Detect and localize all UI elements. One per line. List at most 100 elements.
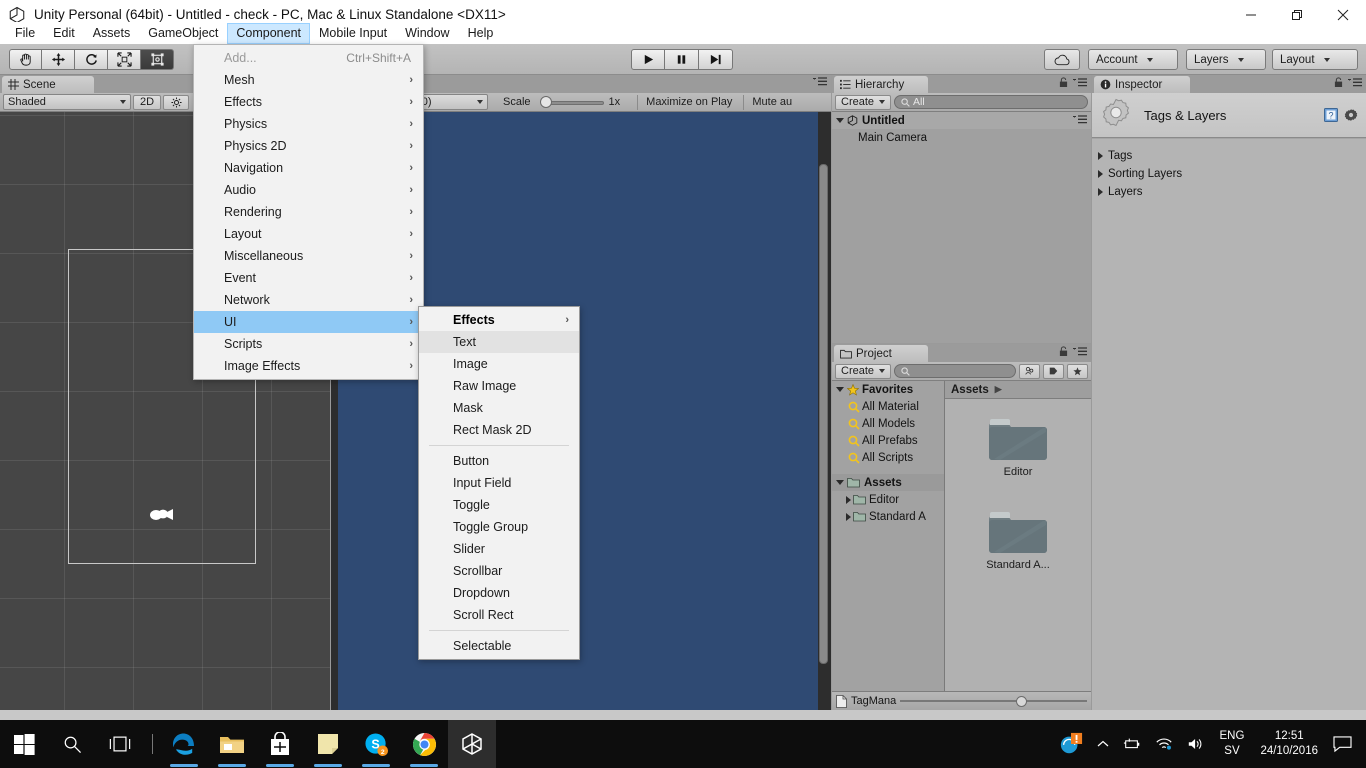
menu-item-physics-2d[interactable]: Physics 2D › xyxy=(194,135,423,157)
submenu-item-button[interactable]: Button xyxy=(419,450,579,472)
project-assets-root[interactable]: Assets xyxy=(832,474,944,491)
submenu-item-slider[interactable]: Slider xyxy=(419,538,579,560)
menu-item-mesh[interactable]: Mesh › xyxy=(194,69,423,91)
menu-mobile-input[interactable]: Mobile Input xyxy=(310,23,396,44)
component-menu-popup[interactable]: Add... Ctrl+Shift+A Mesh › Effects › Phy… xyxy=(193,44,424,380)
panel-options-icon[interactable] xyxy=(1348,78,1362,87)
inspector-section-sorting-layers[interactable]: Sorting Layers xyxy=(1092,165,1366,183)
submenu-item-mask[interactable]: Mask xyxy=(419,397,579,419)
menu-assets[interactable]: Assets xyxy=(84,23,140,44)
tab-project[interactable]: Project xyxy=(834,345,928,362)
toggle-2d-button[interactable]: 2D xyxy=(133,94,161,110)
search-icon[interactable] xyxy=(48,720,96,768)
zoom-knob[interactable] xyxy=(1016,696,1028,707)
step-button[interactable] xyxy=(699,49,733,70)
scale-slider[interactable] xyxy=(539,95,604,109)
inspector-section-tags[interactable]: Tags xyxy=(1092,147,1366,165)
task-view-icon[interactable] xyxy=(96,720,144,768)
layers-dropdown[interactable]: Layers xyxy=(1186,49,1266,70)
hierarchy-create-button[interactable]: Create xyxy=(835,94,892,110)
draw-mode-dropdown[interactable]: Shaded xyxy=(3,94,131,110)
sticky-notes-icon[interactable] xyxy=(304,720,352,768)
project-zoom-slider[interactable] xyxy=(900,695,1087,707)
panel-options-icon[interactable] xyxy=(813,77,827,86)
play-button[interactable] xyxy=(631,49,665,70)
submenu-item-rect-mask-2d[interactable]: Rect Mask 2D xyxy=(419,419,579,441)
expand-triangle-icon[interactable] xyxy=(836,480,844,485)
volume-icon[interactable] xyxy=(1180,720,1212,768)
language-indicator[interactable]: ENG SV xyxy=(1212,729,1253,759)
store-icon[interactable] xyxy=(256,720,304,768)
tray-expand-chevron-icon[interactable] xyxy=(1090,720,1116,768)
scale-tool-button[interactable] xyxy=(108,49,141,70)
lock-icon[interactable] xyxy=(1059,77,1068,88)
unity-icon[interactable] xyxy=(448,720,496,768)
rotate-tool-button[interactable] xyxy=(75,49,108,70)
menu-item-event[interactable]: Event › xyxy=(194,267,423,289)
menu-item-miscellaneous[interactable]: Miscellaneous › xyxy=(194,245,423,267)
project-favorite-all-materials[interactable]: All Material xyxy=(832,398,944,415)
submenu-item-effects[interactable]: Effects › xyxy=(419,309,579,331)
collapse-triangle-icon[interactable] xyxy=(846,512,851,521)
project-favorite-all-scripts[interactable]: All Scripts xyxy=(832,449,944,466)
battery-icon[interactable] xyxy=(1116,720,1148,768)
menu-item-physics[interactable]: Physics › xyxy=(194,113,423,135)
project-tree-item-standard-assets[interactable]: Standard A xyxy=(832,508,944,525)
panel-options-icon[interactable] xyxy=(1073,347,1087,356)
project-favorites-button[interactable] xyxy=(1067,363,1088,379)
lock-icon[interactable] xyxy=(1334,77,1343,88)
wifi-icon[interactable] xyxy=(1148,720,1180,768)
project-filter-label-button[interactable] xyxy=(1043,363,1064,379)
hierarchy-tree[interactable]: Untitled Main Camera xyxy=(832,112,1091,343)
menu-item-image-effects[interactable]: Image Effects › xyxy=(194,355,423,377)
submenu-item-toggle-group[interactable]: Toggle Group xyxy=(419,516,579,538)
ui-submenu-popup[interactable]: Effects › Text Image Raw Image Mask Rect… xyxy=(418,306,580,660)
hierarchy-scene-menu[interactable] xyxy=(1073,115,1087,124)
help-icon[interactable]: ? xyxy=(1324,108,1338,122)
menu-gameobject[interactable]: GameObject xyxy=(139,23,227,44)
maximize-on-play-toggle[interactable]: Maximize on Play xyxy=(637,94,737,110)
edge-icon[interactable] xyxy=(160,720,208,768)
submenu-item-dropdown[interactable]: Dropdown xyxy=(419,582,579,604)
camera-gizmo-icon[interactable] xyxy=(148,504,176,526)
chrome-icon[interactable] xyxy=(400,720,448,768)
menu-edit[interactable]: Edit xyxy=(44,23,84,44)
move-tool-button[interactable] xyxy=(42,49,75,70)
menu-item-add[interactable]: Add... Ctrl+Shift+A xyxy=(194,47,423,69)
inspector-section-layers[interactable]: Layers xyxy=(1092,183,1366,201)
menu-item-effects[interactable]: Effects › xyxy=(194,91,423,113)
menu-item-audio[interactable]: Audio › xyxy=(194,179,423,201)
start-button[interactable] xyxy=(0,720,48,768)
menu-help[interactable]: Help xyxy=(459,23,503,44)
account-dropdown[interactable]: Account xyxy=(1088,49,1178,70)
collapse-triangle-icon[interactable] xyxy=(846,495,851,504)
submenu-item-raw-image[interactable]: Raw Image xyxy=(419,375,579,397)
expand-triangle-icon[interactable] xyxy=(836,387,844,392)
submenu-item-scrollbar[interactable]: Scrollbar xyxy=(419,560,579,582)
submenu-item-selectable[interactable]: Selectable xyxy=(419,635,579,657)
tab-hierarchy[interactable]: Hierarchy xyxy=(834,76,928,93)
pause-button[interactable] xyxy=(665,49,699,70)
project-asset-grid[interactable]: Assets ▶ Editor Standard A... xyxy=(945,381,1091,710)
hierarchy-scene-row[interactable]: Untitled xyxy=(832,112,1091,129)
collapse-triangle-icon[interactable] xyxy=(1098,188,1103,196)
menu-item-scripts[interactable]: Scripts › xyxy=(194,333,423,355)
project-favorite-all-prefabs[interactable]: All Prefabs xyxy=(832,432,944,449)
update-notification-icon[interactable] xyxy=(1052,720,1090,768)
menu-file[interactable]: File xyxy=(6,23,44,44)
menu-item-network[interactable]: Network › xyxy=(194,289,423,311)
game-vertical-scrollbar[interactable] xyxy=(819,164,828,664)
clock[interactable]: 12:51 24/10/2016 xyxy=(1252,729,1326,759)
game-panel-menu[interactable] xyxy=(813,77,827,86)
tab-scene[interactable]: Scene xyxy=(2,76,94,93)
collapse-triangle-icon[interactable] xyxy=(1098,170,1103,178)
menu-component[interactable]: Component xyxy=(227,22,311,44)
project-filter-type-button[interactable] xyxy=(1019,363,1040,379)
project-breadcrumb[interactable]: Assets ▶ xyxy=(945,381,1091,399)
menu-window[interactable]: Window xyxy=(396,23,458,44)
submenu-item-scroll-rect[interactable]: Scroll Rect xyxy=(419,604,579,626)
asset-item-editor[interactable]: Editor xyxy=(973,413,1063,478)
panel-options-icon[interactable] xyxy=(1073,115,1087,124)
hierarchy-search-input[interactable]: All xyxy=(894,95,1088,109)
project-favorite-all-models[interactable]: All Models xyxy=(832,415,944,432)
